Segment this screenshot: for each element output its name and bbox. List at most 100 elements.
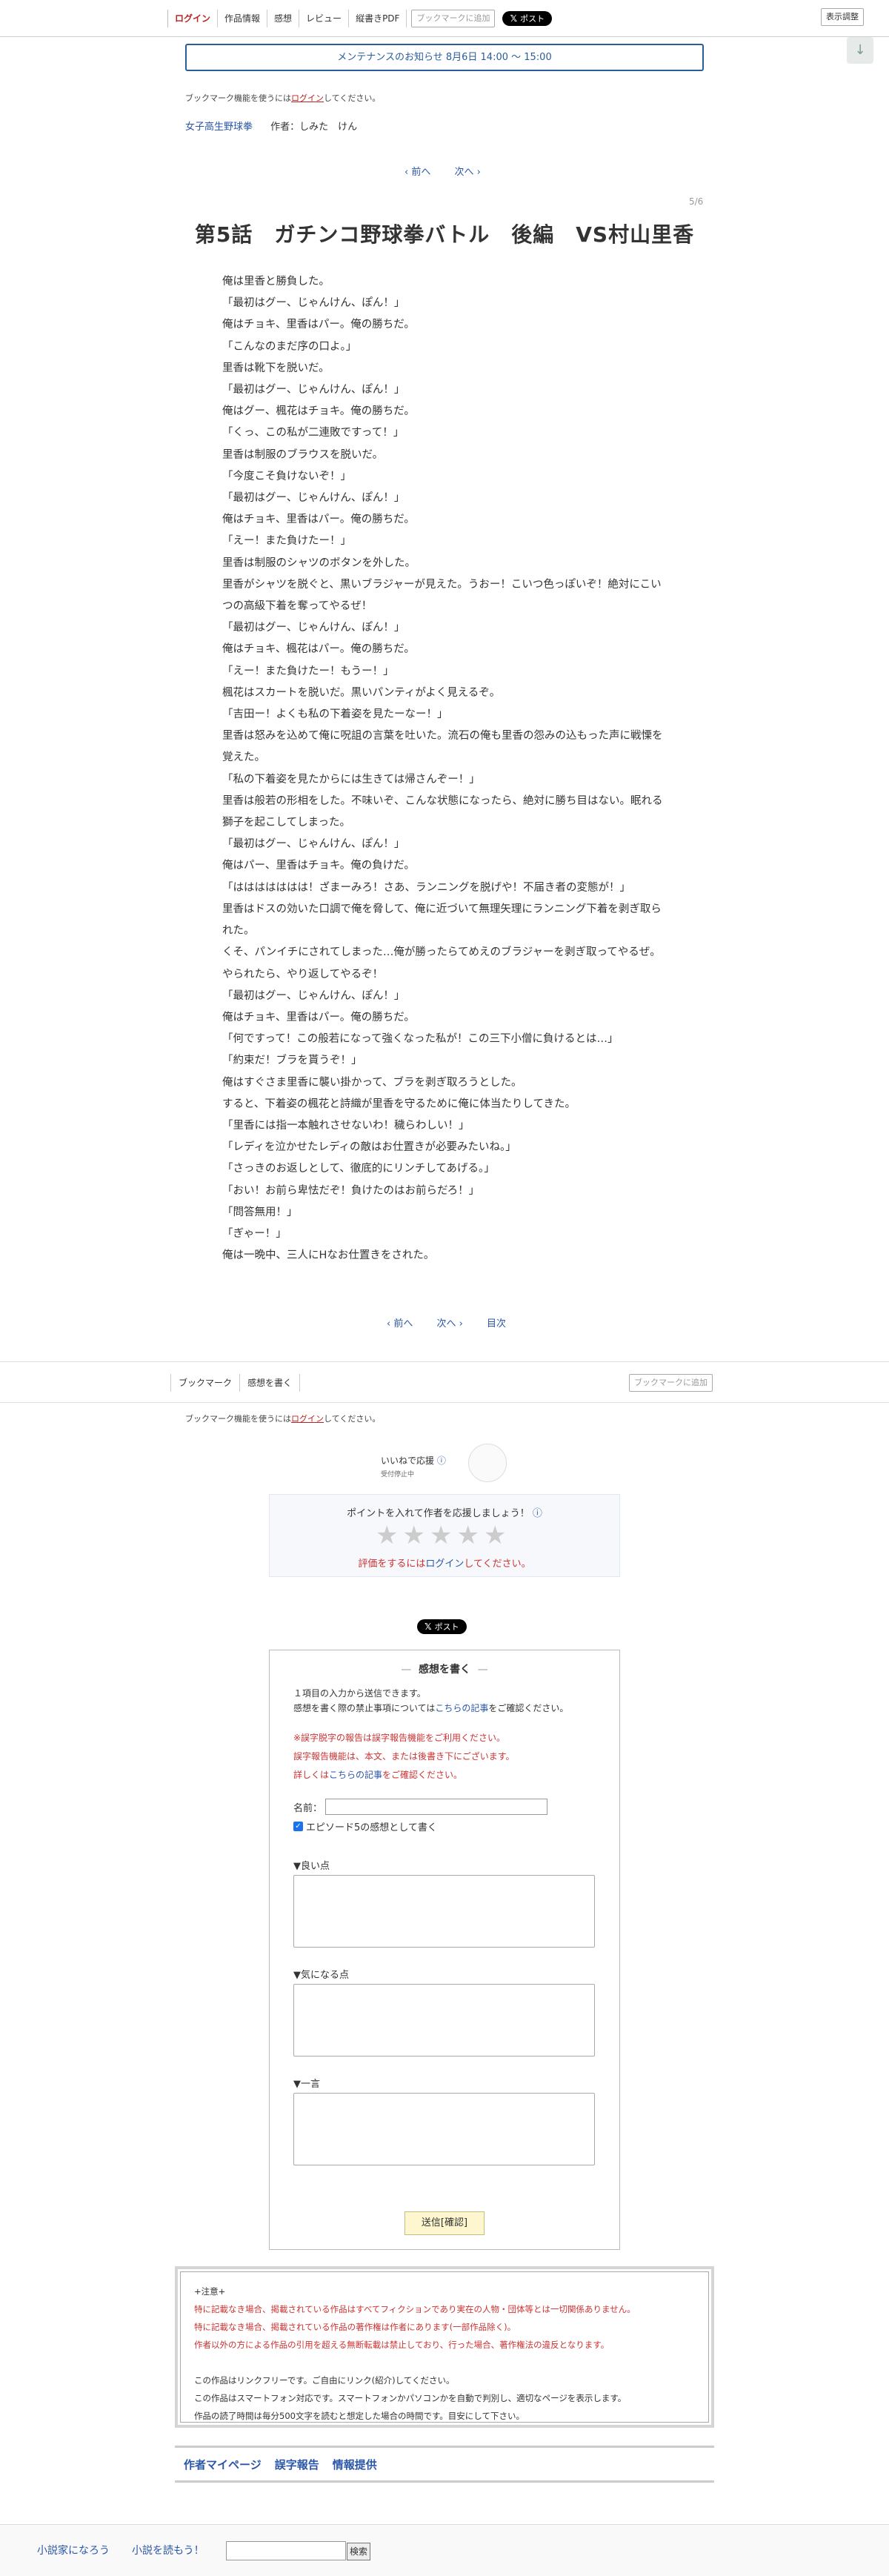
sub-nav: ブックマーク 感想を書く ブックマークに追加	[0, 1362, 889, 1403]
series-title-link[interactable]: 女子高生野球拳	[185, 122, 253, 133]
x-logo-icon: 𝕏	[510, 13, 518, 24]
body-paragraph: 「くっ、この私が二連敗ですって！」	[222, 427, 404, 439]
nav-vertical-pdf[interactable]: 縦書きPDF	[348, 10, 407, 27]
author-mypage-link[interactable]: 作者マイページ	[184, 2457, 262, 2472]
nav-login[interactable]: ログイン	[167, 10, 217, 27]
body-paragraph: 「吉田ー！よくも私の下着姿を見たーなー！」	[222, 708, 448, 721]
arrow-down-icon: ↓	[854, 42, 866, 58]
star-icon[interactable]: ★	[402, 1523, 424, 1548]
body-paragraph: 「最初はグー、じゃんけん、ぽん！」	[222, 297, 405, 310]
guidelines-link[interactable]: こちらの記事	[435, 1703, 488, 1713]
comment-label: ▼一言	[293, 2079, 320, 2090]
typo-warning-3: 詳しくはこちらの記事をご確認ください。	[293, 1770, 463, 1780]
login-link[interactable]: ログイン	[291, 93, 324, 103]
star-rating[interactable]: ★ ★ ★ ★ ★	[376, 1523, 506, 1548]
typo-warning-2: 誤字報告機能は、本文、または後書き下にございます。	[293, 1751, 515, 1762]
prev-link[interactable]: ‹ 前へ	[404, 167, 430, 178]
body-paragraph: 里香はドスの効いた口調で俺を脅して、俺に近づいて無理矢理にランニング下着を剥ぎ取…	[222, 903, 662, 937]
nav-impressions[interactable]: 感想	[267, 10, 299, 27]
body-paragraph: 里香は般若の形相をした。不味いぞ、こんな状態になったら、絶対に勝ち目はない。眠れ…	[222, 794, 663, 829]
next-link[interactable]: 次へ ›	[455, 167, 481, 178]
scroll-down-button[interactable]: ↓	[847, 37, 873, 64]
body-paragraph: 俺はチョキ、里香はパー。俺の勝ちだ。	[222, 319, 415, 331]
bookmark-add-button[interactable]: ブックマークに追加	[411, 10, 496, 27]
body-paragraph: 俺はすぐさま里香に襲い掛かって、ブラを剥ぎ取ろうとした。	[222, 1076, 522, 1089]
points-login-note: 評価をするにはログインしてください。	[358, 1558, 531, 1570]
concern-textarea[interactable]	[293, 1984, 595, 2057]
body-paragraph: 「約束だ！ブラを貰うぞ！」	[222, 1055, 362, 1067]
display-settings-button[interactable]: 表示調整	[821, 8, 864, 26]
bookmark-add-button-2[interactable]: ブックマークに追加	[629, 1374, 713, 1392]
body-paragraph: 里香は制服のシャツのボタンを外した。	[222, 557, 416, 569]
body-paragraph: 楓花はスカートを脱いだ。黒いパンティがよく見えるぞ。	[222, 686, 501, 699]
name-label: 名前：	[293, 1803, 323, 1814]
body-paragraph: 俺はグー、楓花はチョキ。俺の勝ちだ。	[222, 405, 415, 418]
body-paragraph: 「こんなのまだ序の口よ。」	[222, 340, 357, 353]
body-paragraph: 「最初はグー、じゃんけん、ぽん！」	[222, 838, 405, 851]
footer-link-narou[interactable]: 小説家になろう	[37, 2543, 110, 2557]
body-paragraph: 俺はチョキ、里香はパー。俺の勝ちだ。	[222, 1011, 415, 1023]
review-form-title: — 感想を書く —	[401, 1664, 488, 1676]
toc-link[interactable]: 目次	[487, 1318, 506, 1330]
body-paragraph: 俺は里香と勝負した。	[222, 276, 330, 288]
search-input[interactable]	[226, 2541, 346, 2560]
points-login-link[interactable]: ログイン	[425, 1558, 464, 1570]
tab-write-impression[interactable]: 感想を書く	[239, 1374, 301, 1392]
body-paragraph: 「えー！また負けたー！もうー！」	[222, 665, 394, 677]
review-note-1: １項目の入力から送信できます。	[293, 1688, 426, 1699]
info-provide-link[interactable]: 情報提供	[333, 2457, 377, 2472]
episode-title: 第5話 ガチンコ野球拳バトル 後編 VS村山里香	[194, 222, 695, 247]
body-paragraph: 「最初はグー、じゃんけん、ぽん！」	[222, 384, 405, 396]
body-paragraph: 「ぎゃー！」	[222, 1227, 287, 1240]
bookmark-login-note-2: ブックマーク機能を使うにはログインしてください。	[185, 1414, 381, 1424]
body-paragraph: 俺はパー、里香はチョキ。俺の負けだ。	[222, 860, 415, 872]
body-paragraph: 「何ですって！この般若になって強くなった私が！この三下小僧に負けるとは…」	[222, 1033, 619, 1046]
body-paragraph: 「えー！また負けたー！」	[222, 535, 351, 548]
body-paragraph: 里香は制服のブラウスを脱いだ。	[222, 448, 384, 461]
episode-checkbox[interactable]: ✓	[293, 1822, 303, 1831]
body-paragraph: 「最初はグー、じゃんけん、ぽん！」	[222, 622, 405, 634]
help-icon: ⓘ	[436, 1455, 446, 1466]
points-box: ポイントを入れて作者を応援しましょう！ ⓘ ★ ★ ★ ★ ★ 評価をするにはロ…	[269, 1494, 620, 1577]
good-points-textarea[interactable]	[293, 1875, 595, 1948]
tab-bookmark[interactable]: ブックマーク	[170, 1374, 239, 1392]
good-button[interactable]	[468, 1444, 507, 1482]
body-paragraph: 「レディを泣かせたレディの敵はお仕置きが必要みたいね。」	[222, 1141, 516, 1154]
footer-link-yomou[interactable]: 小説を読もう！	[132, 2543, 204, 2557]
page-count: 5/6	[689, 196, 704, 207]
good-points-label: ▼良い点	[293, 1861, 330, 1872]
body-paragraph: すると、下着姿の楓花と詩織が里香を守るために俺に体当たりしてきた。	[222, 1098, 576, 1110]
comment-textarea[interactable]	[293, 2093, 595, 2165]
header: ログイン 作品情報 感想 レビュー 縦書きPDF ブックマークに追加 𝕏 ポスト…	[0, 0, 889, 37]
body-paragraph: 「里香には指一本触れさせないわ！穢らわしい！」	[222, 1119, 470, 1132]
novel-body: 俺は里香と勝負した。「最初はグー、じゃんけん、ぽん！」 俺はチョキ、里香はパー。俺…	[222, 271, 667, 1267]
name-input[interactable]	[325, 1799, 547, 1815]
nav-review[interactable]: レビュー	[299, 10, 348, 27]
x-post-button-2[interactable]: 𝕏 ポスト	[417, 1619, 467, 1634]
author-name: しみた けん	[299, 122, 358, 133]
login-link-2[interactable]: ログイン	[291, 1414, 324, 1424]
nav-work-info[interactable]: 作品情報	[217, 10, 267, 27]
body-paragraph: 「最初はグー、じゃんけん、ぽん！」	[222, 492, 405, 505]
search-button[interactable]: 検索	[347, 2543, 370, 2560]
concern-label: ▼気になる点	[293, 1970, 349, 1981]
x-post-button[interactable]: 𝕏 ポスト	[502, 11, 553, 26]
body-paragraph: 「今度こそ負けないぞ！」	[222, 470, 351, 482]
prev-link-bottom[interactable]: ‹ 前へ	[387, 1318, 413, 1330]
pager-top: ‹ 前へ 次へ ›	[394, 164, 491, 178]
maintenance-notice[interactable]: メンテナンスのお知らせ 8月6日 14:00 〜 15:00	[185, 44, 704, 71]
typo-article-link[interactable]: こちらの記事	[329, 1770, 382, 1780]
typo-report-link[interactable]: 誤字報告	[275, 2457, 319, 2472]
body-paragraph: 「さっきのお返しとして、徹底的にリンチしてあげる。」	[222, 1163, 495, 1175]
star-icon[interactable]: ★	[430, 1523, 452, 1548]
submit-button[interactable]: 送信[確認]	[404, 2211, 485, 2235]
bookmark-login-note: ブックマーク機能を使うにはログインしてください。	[185, 93, 381, 103]
star-icon[interactable]: ★	[456, 1523, 479, 1548]
star-icon[interactable]: ★	[376, 1523, 398, 1548]
star-icon[interactable]: ★	[484, 1523, 506, 1548]
body-paragraph: 俺はチョキ、楓花はパー。俺の勝ちだ。	[222, 643, 415, 656]
author-label: 作者：	[270, 122, 300, 133]
body-paragraph: くそ、パンイチにされてしまった…俺が勝ったらてめえのブラジャーを剥ぎ取ってやるぜ…	[222, 946, 661, 980]
next-link-bottom[interactable]: 次へ ›	[437, 1318, 463, 1330]
good-label: いいねで応援 ⓘ	[381, 1455, 446, 1466]
